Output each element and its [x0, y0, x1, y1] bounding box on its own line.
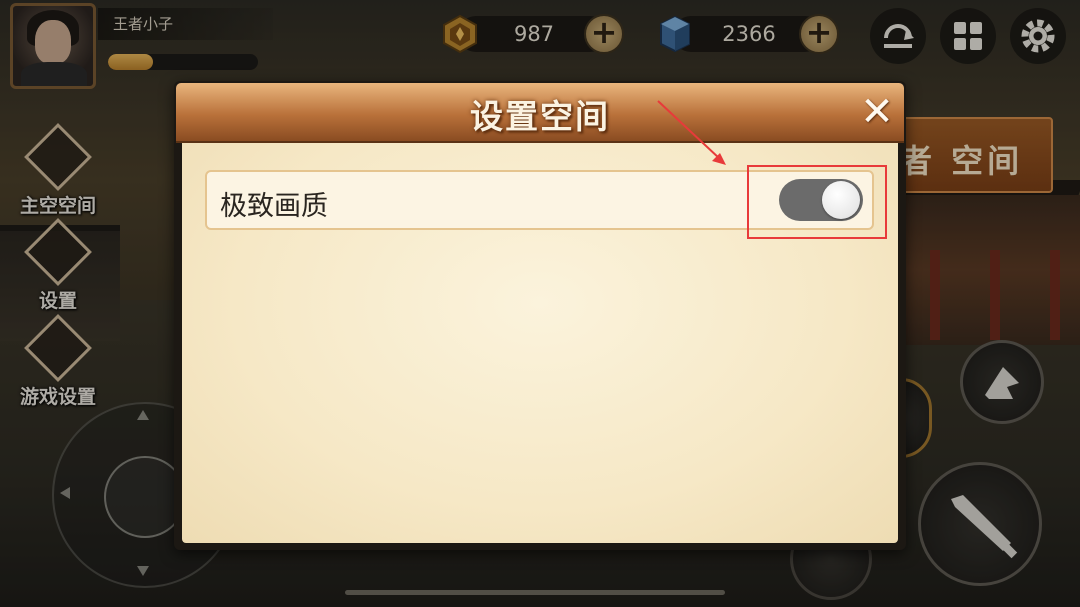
- highlight-box: [747, 165, 887, 239]
- setting-label: 极致画质: [220, 191, 328, 222]
- home-indicator: [345, 590, 725, 595]
- annotation-arrow-icon: [657, 100, 726, 165]
- dialog-title: 设置空间: [470, 97, 610, 136]
- game-screen: 王者小子 987 + 2366 + 主空空间 设置 游戏设置 者 空间 设置空间…: [0, 0, 1080, 607]
- close-button[interactable]: ✕: [852, 88, 902, 138]
